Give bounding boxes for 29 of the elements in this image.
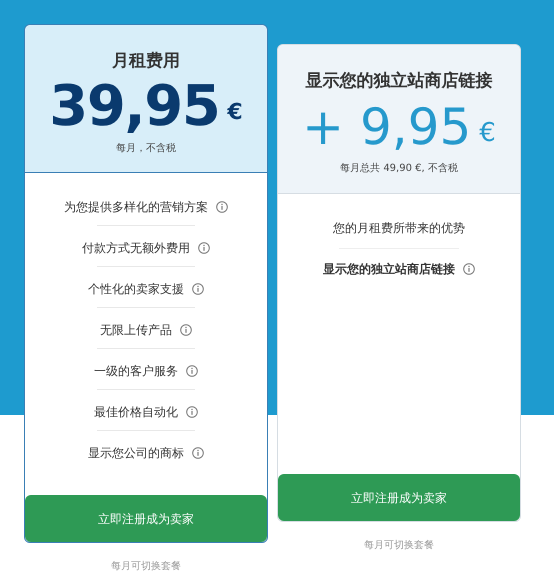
feature-text: 一级的客户服务 <box>94 363 178 380</box>
feature-text: 付款方式无额外费用 <box>82 240 190 257</box>
register-button[interactable]: 立即注册成为卖家 <box>278 474 520 521</box>
feature-text: 个性化的卖家支援 <box>88 281 184 298</box>
price: + 9,95 <box>302 97 472 157</box>
switch-note: 每月可切换套餐 <box>363 538 435 553</box>
info-icon[interactable] <box>180 324 192 336</box>
info-icon[interactable] <box>198 242 210 254</box>
feature-text: 为您提供多样化的营销方案 <box>64 199 208 216</box>
info-icon[interactable] <box>186 406 198 418</box>
info-icon[interactable] <box>192 283 204 295</box>
plan-title: 月租费用 <box>112 50 180 73</box>
plan-title: 显示您的独立站商店链接 <box>306 70 492 93</box>
currency: € <box>227 99 243 127</box>
info-icon[interactable] <box>192 447 204 459</box>
info-icon[interactable] <box>216 201 228 213</box>
feature-text: 显示您的独立站商店链接 <box>323 261 455 278</box>
currency: € <box>479 117 496 150</box>
switch-note: 每月可切换套餐 <box>110 560 182 574</box>
feature-text: 无限上传产品 <box>100 322 172 339</box>
price: 39,95 <box>49 77 220 137</box>
feature-text: 最佳价格自动化 <box>94 404 178 421</box>
price-note: 每月，不含税 <box>116 142 176 156</box>
info-icon[interactable] <box>463 263 475 275</box>
price-note: 每月总共 49,90 €, 不含税 <box>340 162 458 176</box>
feature-text: 显示您公司的商标 <box>88 445 184 462</box>
info-icon[interactable] <box>186 365 198 377</box>
benefits-heading: 您的月租费所带来的优势 <box>333 220 465 236</box>
register-button[interactable]: 立即注册成为卖家 <box>25 495 267 542</box>
